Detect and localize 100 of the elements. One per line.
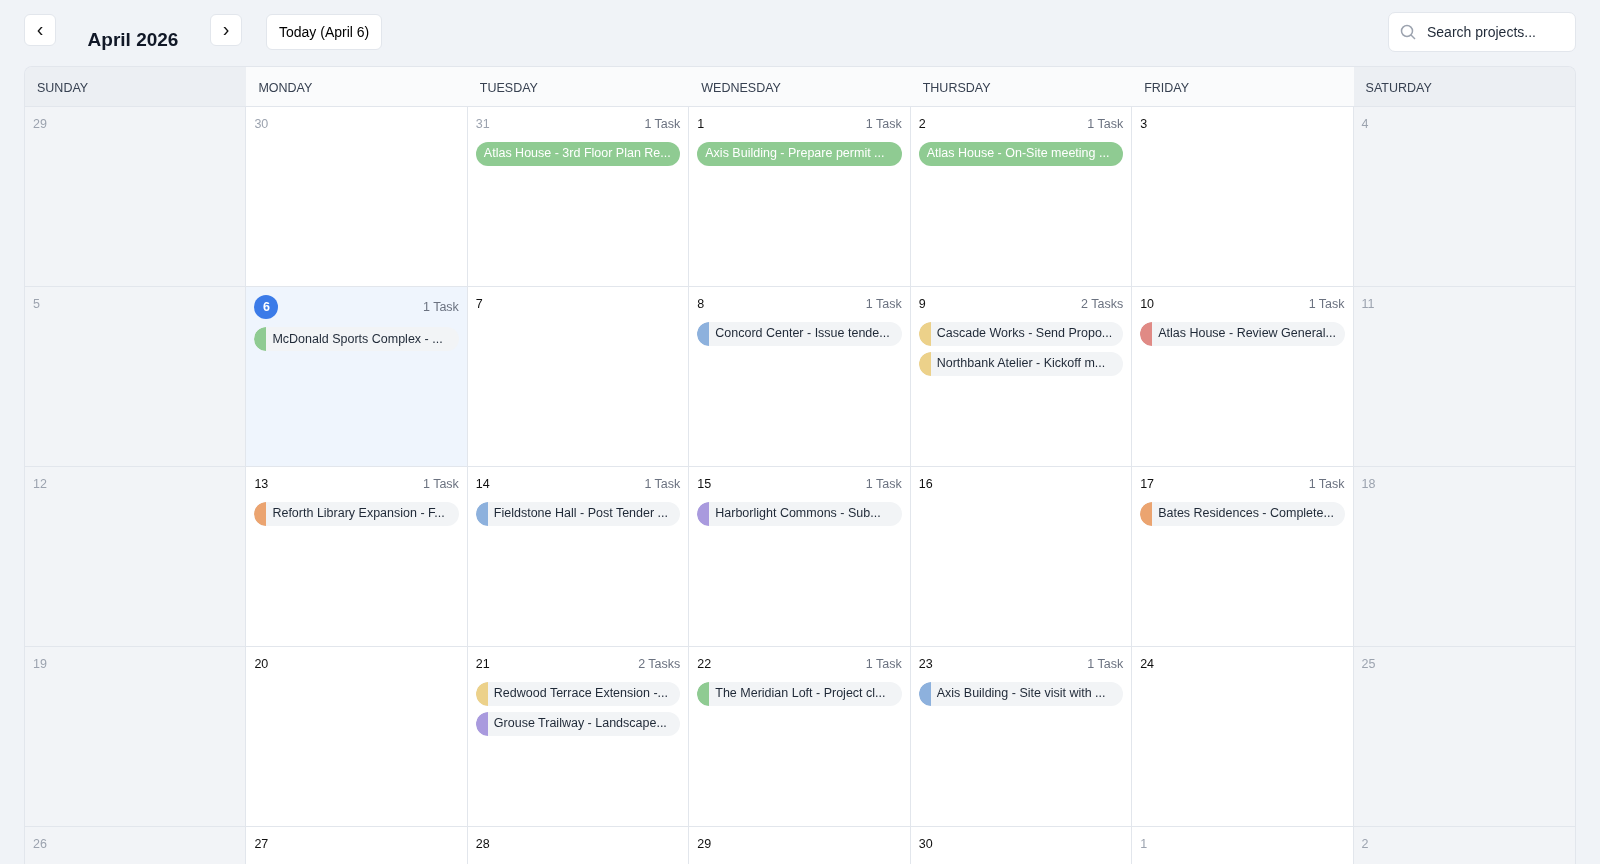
task-pill[interactable]: Atlas House - Review General... (1140, 321, 1345, 346)
day-number: 31 (475, 116, 490, 133)
weekday-header: FRIDAY (1132, 67, 1354, 107)
task-label: Axis Building - Site visit with ... (936, 685, 1106, 703)
month-title: April 2026 (86, 27, 180, 52)
task-count: 1 Task (422, 298, 459, 316)
day-number: 18 (1361, 476, 1376, 493)
day-number: 1 (1140, 836, 1148, 853)
day-number: 2 (918, 116, 926, 133)
task-label: McDonald Sports Complex - ... (272, 330, 443, 348)
task-count: 1 Task (1308, 296, 1345, 313)
day-number: 15 (697, 476, 712, 493)
task-pill[interactable]: Cascade Works - Send Propo... (918, 321, 1124, 346)
task-label: Concord Center - Issue tende... (715, 325, 890, 343)
task-pill[interactable]: Reforth Library Expansion - F... (254, 501, 459, 526)
day-number: 24 (1140, 656, 1155, 673)
weekday-header: WEDNESDAY (689, 67, 911, 107)
weekday-header: SUNDAY (25, 67, 247, 107)
day-number: 4 (1361, 116, 1369, 133)
day-number: 12 (33, 476, 47, 493)
task-count: 1 Task (644, 476, 681, 493)
task-label: Harborlight Commons - Sub... (715, 505, 881, 523)
day-number: 14 (475, 476, 490, 493)
day-number: 9 (918, 296, 926, 313)
day-number: 29 (697, 836, 712, 853)
day-cell[interactable]: 22 1 Task The Meridian Loft - Project cl... (689, 647, 911, 827)
weekday-header: SATURDAY (1353, 67, 1575, 107)
task-count: 2 Tasks (638, 656, 681, 673)
day-cell[interactable]: 28 (467, 827, 690, 864)
day-number: 2 (1361, 836, 1369, 853)
day-number: 13 (254, 476, 269, 493)
task-pill[interactable]: Redwood Terrace Extension -... (475, 681, 681, 706)
task-count: 1 Task (1087, 656, 1124, 673)
task-count: 1 Task (1087, 116, 1124, 133)
day-number: 28 (475, 836, 490, 853)
task-label: Fieldstone Hall - Post Tender ... (493, 505, 668, 523)
day-number: 22 (697, 656, 712, 673)
task-pill[interactable]: Harborlight Commons - Sub... (697, 501, 902, 526)
day-cell[interactable]: 15 1 Task Harborlight Commons - Sub... (689, 467, 911, 647)
day-number: 7 (475, 296, 483, 313)
day-cell[interactable]: 7 (467, 287, 690, 467)
task-pill[interactable]: Concord Center - Issue tende... (697, 321, 902, 346)
day-cell[interactable]: 1 1 Task Axis Building - Prepare permit ... (689, 107, 911, 287)
day-number: 1 (697, 116, 705, 133)
day-number: 8 (697, 296, 705, 313)
day-cell[interactable]: 29 (689, 827, 911, 864)
day-cell[interactable]: 23 1 Task Axis Building - Site visit with ... (910, 647, 1133, 827)
day-cell[interactable]: 13 1 Task Reforth Library Expansion - F... (246, 467, 468, 647)
day-number: 3 (1140, 116, 1148, 133)
task-pill[interactable]: Axis Building - Site visit with ... (918, 681, 1124, 706)
task-count: 1 Task (1308, 476, 1345, 493)
task-pill[interactable]: Fieldstone Hall - Post Tender ... (475, 501, 681, 526)
task-pill[interactable]: McDonald Sports Complex - ... (254, 327, 459, 351)
day-number: 21 (475, 656, 490, 673)
day-cell[interactable]: 3 (1132, 107, 1354, 287)
day-number: 10 (1140, 296, 1155, 313)
day-cell[interactable]: 24 (1132, 647, 1354, 827)
day-number: 11 (1361, 296, 1375, 313)
day-number: 30 (918, 836, 933, 853)
day-number: 20 (254, 656, 269, 673)
task-label: Bates Residences - Complete... (1158, 505, 1334, 523)
day-cell[interactable]: 8 1 Task Concord Center - Issue tende... (689, 287, 911, 467)
previous-button[interactable]: ‹ (24, 14, 56, 46)
day-cell[interactable]: 2 1 Task Atlas House - On-Site meeting ... (910, 107, 1133, 287)
day-number: 6 (254, 295, 279, 319)
day-number: 23 (918, 656, 933, 673)
task-label: Reforth Library Expansion - F... (272, 505, 445, 523)
day-number: 5 (33, 296, 40, 313)
day-number: 19 (33, 656, 47, 673)
task-label: Northbank Atelier - Kickoff m... (936, 355, 1106, 373)
search-field[interactable]: Search projects... (1388, 12, 1576, 52)
task-pill[interactable]: Northbank Atelier - Kickoff m... (918, 351, 1124, 376)
next-button[interactable]: › (210, 14, 242, 46)
task-count: 1 Task (865, 476, 902, 493)
day-cell[interactable]: 20 (246, 647, 468, 827)
day-cell[interactable]: 16 (910, 467, 1133, 647)
day-cell[interactable]: 31 1 Task Atlas House - 3rd Floor Plan Re... (467, 107, 690, 287)
day-cell[interactable]: 21 2 Tasks Redwood Terrace Extension -... Grouse Trailway - Landscape... (467, 647, 690, 827)
weekday-header: THURSDAY (910, 67, 1133, 107)
task-label: The Meridian Loft - Project cl... (715, 685, 886, 703)
day-cell[interactable]: 10 1 Task Atlas House - Review General... (1132, 287, 1354, 467)
task-count: 1 Task (865, 656, 902, 673)
day-cell[interactable]: 6 1 Task McDonald Sports Complex - ... (246, 287, 468, 467)
task-pill[interactable]: Bates Residences - Complete... (1140, 501, 1345, 526)
task-pill[interactable]: The Meridian Loft - Project cl... (697, 681, 902, 706)
task-count: 1 Task (865, 116, 902, 133)
day-cell[interactable]: 14 1 Task Fieldstone Hall - Post Tender ... (467, 467, 690, 647)
task-label: Cascade Works - Send Propo... (936, 325, 1113, 343)
today-button[interactable]: Today (April 6) (266, 14, 383, 50)
task-count: 1 Task (865, 296, 902, 313)
day-cell[interactable]: 17 1 Task Bates Residences - Complete... (1132, 467, 1354, 647)
task-pill[interactable]: Grouse Trailway - Landscape... (475, 711, 681, 736)
weekday-header: MONDAY (246, 67, 468, 107)
weekday-header: TUESDAY (467, 67, 690, 107)
day-number: 30 (254, 116, 269, 133)
day-cell[interactable]: 9 2 Tasks Cascade Works - Send Propo... Northbank Atelier - Kickoff m... (910, 287, 1133, 467)
day-number: 29 (33, 116, 47, 133)
day-cell[interactable]: 27 (246, 827, 468, 864)
task-count: 1 Task (422, 476, 459, 493)
day-cell[interactable]: 30 (910, 827, 1133, 864)
